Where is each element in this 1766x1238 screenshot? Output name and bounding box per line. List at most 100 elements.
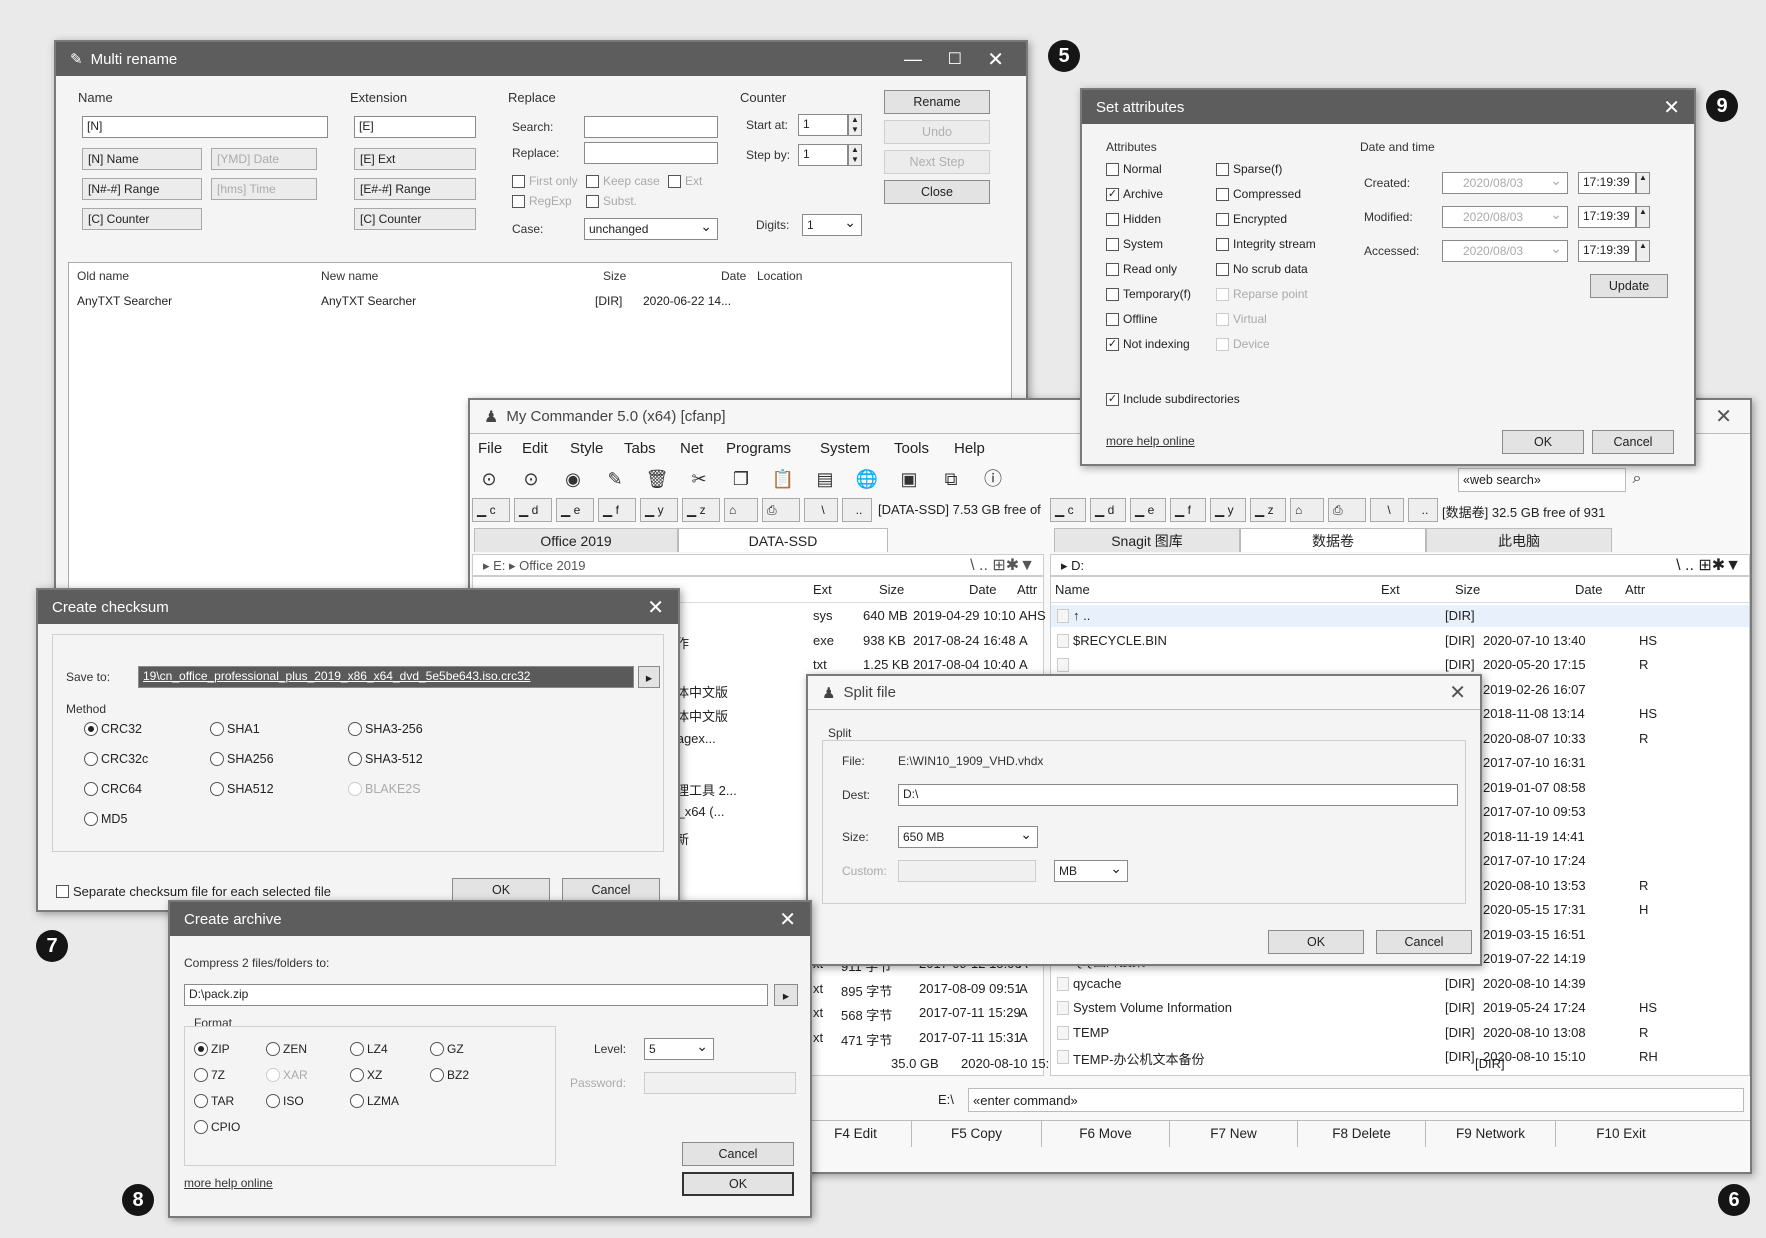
digits-select[interactable]: 1 [802, 214, 862, 236]
more-help-link[interactable]: more help online [184, 1176, 273, 1190]
close-icon[interactable]: ✕ [779, 907, 796, 932]
menu-style[interactable]: Style [570, 440, 603, 457]
menu-tabs[interactable]: Tabs [624, 440, 656, 457]
terminal-icon[interactable]: ▣ [896, 466, 922, 492]
radio-tar[interactable]: TAR [194, 1094, 234, 1108]
table-row[interactable]: [DIR] 2020-05-20 17:15 R [1051, 654, 1749, 676]
tab-data-ssd[interactable]: DATA-SSD [678, 528, 888, 552]
radio-md5[interactable]: MD5 [84, 812, 127, 826]
share-drive-button[interactable]: ⎙ [762, 498, 800, 522]
radio-7z[interactable]: 7Z [194, 1068, 225, 1082]
keep-case-checkbox[interactable]: Keep case [586, 174, 660, 188]
tab-data-volume[interactable]: 数据卷 [1240, 528, 1426, 552]
radio-sha3-512[interactable]: SHA3-512 [348, 752, 423, 766]
f7-new-button[interactable]: F7 New [1170, 1121, 1298, 1147]
menu-system[interactable]: System [820, 440, 870, 457]
attribute-checkbox[interactable]: Temporary(f) [1106, 287, 1191, 301]
f9-network-button[interactable]: F9 Network [1426, 1121, 1556, 1147]
forward-icon[interactable]: ⊙ [518, 466, 544, 492]
f10-exit-button[interactable]: F10 Exit [1556, 1121, 1686, 1147]
dest-input[interactable]: D:\ [898, 784, 1458, 806]
attribute-checkbox[interactable]: Virtual [1216, 312, 1267, 326]
drive-c-button[interactable]: ▁ c [1050, 498, 1086, 522]
network-drive-button[interactable]: ⌂ [724, 498, 758, 522]
copy-icon[interactable]: ❐ [728, 466, 754, 492]
drive-f-button[interactable]: ▁ f [1170, 498, 1206, 522]
network-drive-button[interactable]: ⌂ [1290, 498, 1324, 522]
right-path-bar[interactable]: ▸ D: \ .. ⊞✱▼ [1050, 554, 1750, 576]
close-icon[interactable]: ✕ [1449, 680, 1466, 705]
time-token-button[interactable]: [hms] Time [211, 178, 317, 200]
edit-icon[interactable]: ✎ [602, 466, 628, 492]
level-select[interactable]: 5 [644, 1038, 714, 1060]
attribute-checkbox[interactable]: Sparse(f) [1216, 162, 1282, 176]
menu-help[interactable]: Help [954, 440, 985, 457]
close-icon[interactable]: ✕ [1663, 95, 1680, 120]
delete-icon[interactable]: 🗑 [644, 466, 670, 492]
time-spinner[interactable]: ▲ [1636, 240, 1650, 262]
tab-this-pc[interactable]: 此电脑 [1426, 528, 1612, 552]
case-select[interactable]: unchanged [584, 218, 718, 240]
drive-e-button[interactable]: ▁ e [1130, 498, 1166, 522]
col-date[interactable]: Date [969, 582, 996, 597]
ext-range-token-button[interactable]: [E#-#] Range [354, 178, 476, 200]
drive-e-button[interactable]: ▁ e [556, 498, 594, 522]
attribute-checkbox[interactable]: System [1106, 237, 1163, 251]
step-by-spinner[interactable]: ▲ ▼ [848, 144, 862, 166]
maximize-icon[interactable]: ☐ [948, 49, 962, 69]
col-ext[interactable]: Ext [813, 582, 832, 597]
drive-c-button[interactable]: ▁ c [472, 498, 510, 522]
ok-button[interactable]: OK [1502, 430, 1584, 454]
date-picker[interactable]: 2020/08/03 [1442, 206, 1568, 228]
ext-token-button[interactable]: [E] Ext [354, 148, 476, 170]
search-input[interactable] [584, 116, 718, 138]
drive-y-button[interactable]: ▁ y [640, 498, 678, 522]
col-ext[interactable]: Ext [1381, 582, 1400, 597]
extension-mask-input[interactable]: [E] [354, 116, 476, 138]
table-row[interactable]: AnyTXT Searcher AnyTXT Searcher [DIR] 20… [69, 291, 1011, 313]
menu-tools[interactable]: Tools [894, 440, 929, 457]
start-at-spinner[interactable]: ▲ ▼ [848, 114, 862, 136]
radio-crc64[interactable]: CRC64 [84, 782, 142, 796]
back-icon[interactable]: ⊙ [476, 466, 502, 492]
col-attr[interactable]: Attr [1017, 582, 1037, 597]
col-size[interactable]: Size [879, 582, 904, 597]
range-token-button[interactable]: [N#-#] Range [82, 178, 202, 200]
close-icon[interactable]: ✕ [1715, 404, 1732, 429]
radio-blake2s[interactable]: BLAKE2S [348, 782, 421, 796]
menu-programs[interactable]: Programs [726, 440, 791, 457]
size-select[interactable]: 650 MB [898, 826, 1038, 848]
time-input[interactable]: 17:19:39 [1578, 240, 1636, 262]
time-input[interactable]: 17:19:39 [1578, 172, 1636, 194]
radio-crc32c[interactable]: CRC32c [84, 752, 148, 766]
replace-input[interactable] [584, 142, 718, 164]
drive-z-button[interactable]: ▁ z [682, 498, 720, 522]
cancel-button[interactable]: Cancel [682, 1142, 794, 1166]
date-picker[interactable]: 2020/08/03 [1442, 240, 1568, 262]
time-spinner[interactable]: ▲ [1636, 172, 1650, 194]
paste-icon[interactable]: 📋 [770, 466, 796, 492]
col-size[interactable]: Size [603, 269, 626, 283]
web-search-input[interactable]: «web search» [1458, 468, 1626, 492]
col-date[interactable]: Date [721, 269, 746, 283]
menu-net[interactable]: Net [680, 440, 703, 457]
menu-edit[interactable]: Edit [522, 440, 548, 457]
update-button[interactable]: Update [1590, 274, 1668, 298]
attribute-checkbox[interactable]: Reparse point [1216, 287, 1308, 301]
radio-gz[interactable]: GZ [430, 1042, 464, 1056]
counter-token-button[interactable]: [C] Counter [82, 208, 202, 230]
ext-counter-token-button[interactable]: [C] Counter [354, 208, 476, 230]
time-spinner[interactable]: ▲ [1636, 206, 1650, 228]
date-picker[interactable]: 2020/08/03 [1442, 172, 1568, 194]
view-icon[interactable]: ◉ [560, 466, 586, 492]
radio-sha3-256[interactable]: SHA3-256 [348, 722, 423, 736]
ok-button[interactable]: OK [682, 1172, 794, 1196]
name-token-button[interactable]: [N] Name [82, 148, 202, 170]
attribute-checkbox[interactable]: Normal [1106, 162, 1162, 176]
sync-icon[interactable]: ⧉ [938, 466, 964, 492]
first-only-checkbox[interactable]: First only [512, 174, 578, 188]
globe-icon[interactable]: 🌐 [854, 466, 880, 492]
f6-move-button[interactable]: F6 Move [1042, 1121, 1170, 1147]
cancel-button[interactable]: Cancel [1592, 430, 1674, 454]
radio-crc32[interactable]: CRC32 [84, 722, 142, 736]
